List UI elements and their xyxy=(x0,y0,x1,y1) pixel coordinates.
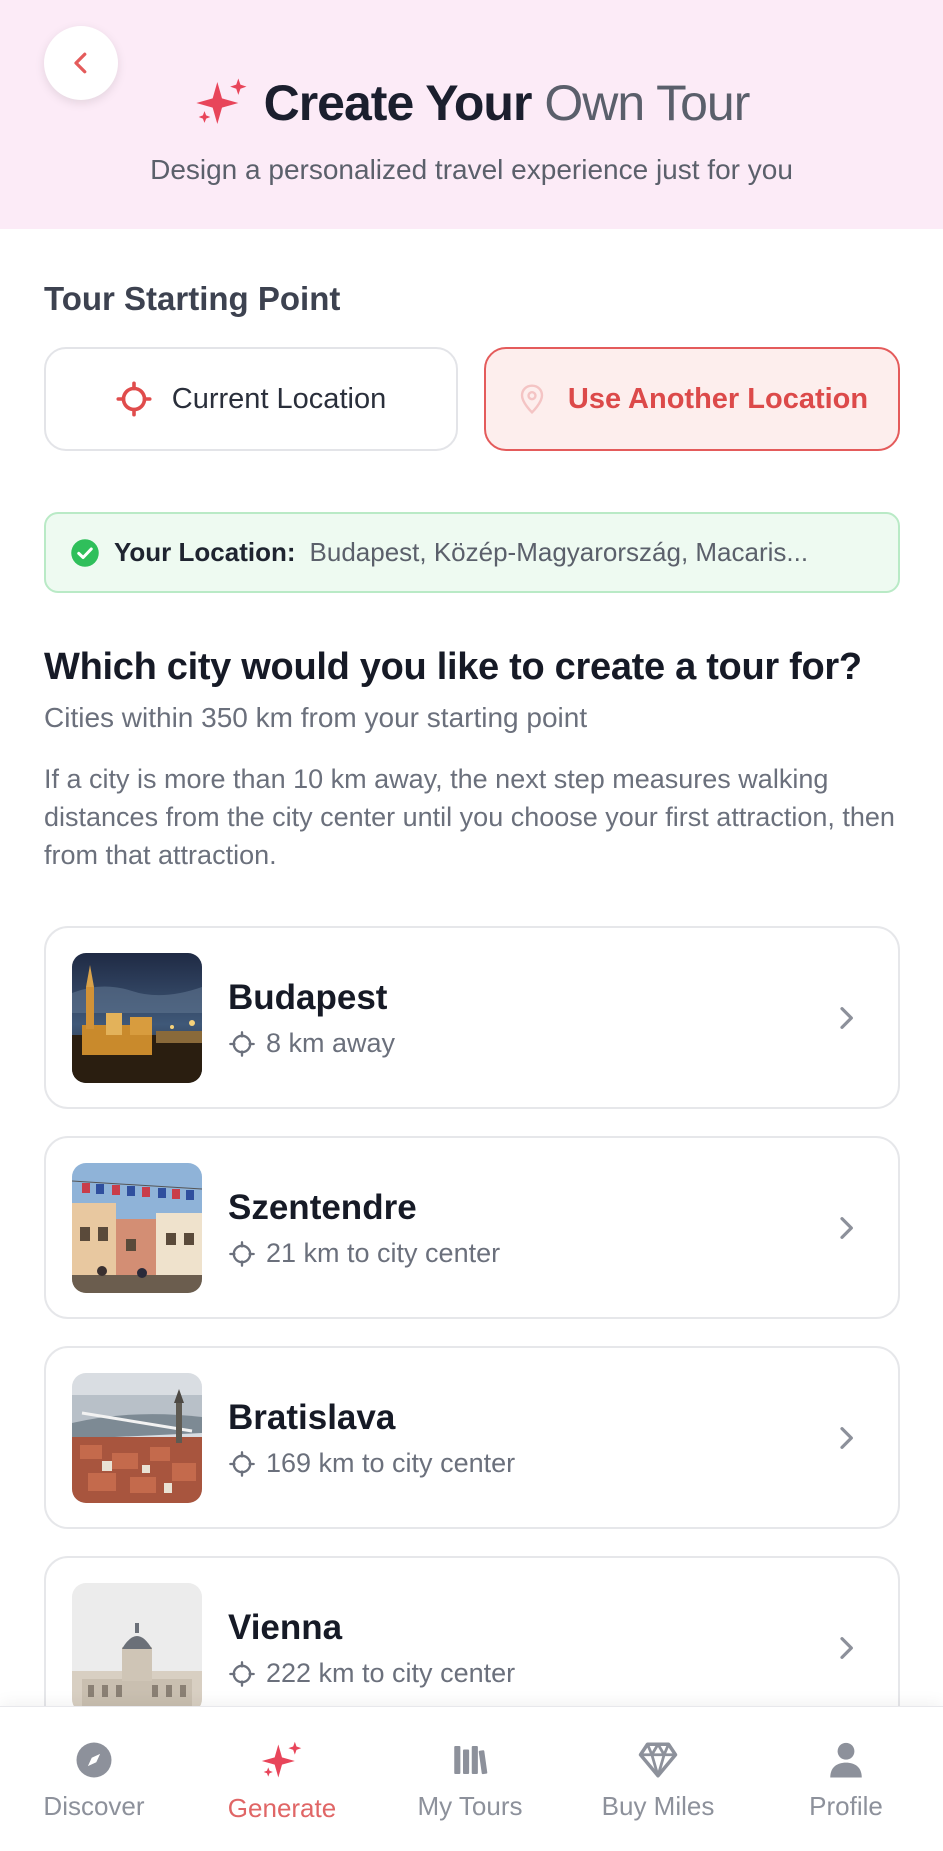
chevron-right-icon xyxy=(840,1637,853,1659)
page-header: Create Your Own Tour Design a personaliz… xyxy=(0,0,943,229)
city-name: Vienna xyxy=(228,1608,343,1647)
city-card-szentendre[interactable]: Szentendre 21 km to city center xyxy=(44,1136,900,1319)
compass-icon xyxy=(76,1742,112,1778)
nav-label: Generate xyxy=(227,1793,337,1823)
city-card-budapest[interactable]: Budapest 8 km away xyxy=(44,926,900,1109)
nav-item-generate[interactable]: Generate xyxy=(188,1707,376,1851)
city-distance-text: 8 km away xyxy=(266,1028,396,1058)
your-location-label: Your Location: xyxy=(114,537,296,567)
current-location-button[interactable]: Current Location xyxy=(44,347,458,451)
city-name: Budapest xyxy=(228,978,388,1017)
user-icon xyxy=(830,1742,862,1778)
chevron-right-icon xyxy=(840,1217,853,1239)
city-thumbnail xyxy=(72,1583,202,1713)
city-distance: 8 km away xyxy=(228,1028,395,1059)
chevron-right-icon xyxy=(840,1007,853,1029)
nav-label: Profile xyxy=(809,1791,883,1821)
city-name: Bratislava xyxy=(228,1398,396,1437)
current-location-label: Current Location xyxy=(171,382,387,415)
city-distance: 222 km to city center xyxy=(228,1658,515,1689)
crosshair-icon xyxy=(229,1240,255,1267)
city-distance-text: 222 km to city center xyxy=(266,1658,516,1688)
starting-point-label: Tour Starting Point xyxy=(44,280,341,317)
diamond-icon xyxy=(638,1742,678,1778)
city-question: Which city would you like to create a to… xyxy=(44,646,862,688)
nav-label: My Tours xyxy=(417,1791,523,1821)
title-light: Own Tour xyxy=(544,75,750,131)
city-thumbnail xyxy=(72,1373,202,1503)
city-card-bratislava[interactable]: Bratislava 169 km to city center xyxy=(44,1346,900,1529)
sparkles-icon xyxy=(261,1741,302,1778)
city-thumbnail xyxy=(72,953,202,1083)
city-thumbnail xyxy=(72,1163,202,1293)
your-location-value: Budapest, Közép-Magyarország, Macaris... xyxy=(309,537,809,567)
nav-label: Discover xyxy=(43,1791,145,1821)
city-distance-text: 169 km to city center xyxy=(266,1448,516,1478)
use-another-location-label: Use Another Location xyxy=(567,382,869,415)
map-pin-icon xyxy=(520,384,544,414)
crosshair-icon xyxy=(116,381,152,417)
chevron-right-icon xyxy=(840,1427,853,1449)
crosshair-icon xyxy=(229,1030,255,1057)
check-circle-icon xyxy=(71,538,99,567)
nav-item-profile[interactable]: Profile xyxy=(752,1707,940,1851)
nav-item-buy-miles[interactable]: Buy Miles xyxy=(564,1707,752,1851)
use-another-location-button[interactable]: Use Another Location xyxy=(484,347,900,451)
page-subtitle: Design a personalized travel experience … xyxy=(150,154,793,185)
title-bold: Create Your xyxy=(263,75,533,131)
crosshair-icon xyxy=(229,1660,255,1687)
city-distance: 21 km to city center xyxy=(228,1238,500,1269)
city-name: Szentendre xyxy=(228,1188,417,1227)
your-location-banner: Your Location: Budapest, Közép-Magyarors… xyxy=(44,512,900,593)
nav-label: Buy Miles xyxy=(601,1791,715,1821)
crosshair-icon xyxy=(229,1450,255,1477)
distance-note: If a city is more than 10 km away, the n… xyxy=(44,764,895,870)
library-icon xyxy=(454,1746,488,1775)
nav-item-my-tours[interactable]: My Tours xyxy=(376,1707,564,1851)
city-distance: 169 km to city center xyxy=(228,1448,515,1479)
sparkles-icon xyxy=(195,78,247,124)
city-distance-text: 21 km to city center xyxy=(266,1238,501,1268)
bottom-nav: Discover Generate My Tours Buy Miles Pro… xyxy=(0,1706,943,1851)
city-range-text: Cities within 350 km from your starting … xyxy=(44,702,588,733)
page-title: Create Your Own Tour xyxy=(0,74,943,132)
nav-item-discover[interactable]: Discover xyxy=(0,1707,188,1851)
